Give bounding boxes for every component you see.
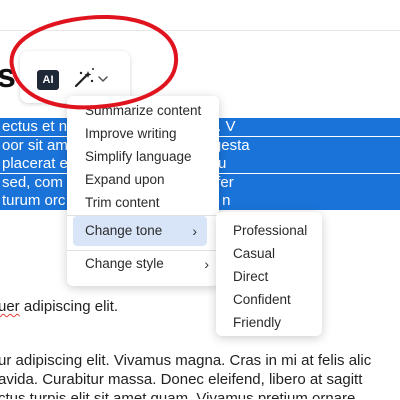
tone-professional[interactable]: Professional — [216, 220, 322, 242]
paragraph-line: ctus turpis elit sit amet quam. Vivamus … — [0, 390, 356, 399]
tone-confident[interactable]: Confident — [216, 289, 322, 311]
menu-item-expand[interactable]: Expand upon — [67, 169, 219, 191]
paragraph-line: ur adipiscing elit. Vivamus magna. Cras … — [0, 352, 372, 369]
chevron-right-icon: › — [192, 223, 197, 239]
menu-item-improve[interactable]: Improve writing — [67, 123, 219, 145]
menu-item-trim[interactable]: Trim content — [67, 192, 219, 214]
chevron-right-icon: › — [204, 256, 209, 272]
ai-button[interactable]: AI — [37, 70, 59, 90]
tone-casual[interactable]: Casual — [216, 243, 322, 265]
menu-item-simplify[interactable]: Simplify language — [67, 146, 219, 168]
tone-friendly[interactable]: Friendly — [216, 312, 322, 334]
text-rest: adipiscing elit. — [19, 298, 119, 315]
menu-item-label: Change tone — [85, 223, 163, 238]
menu-item-summarize[interactable]: Summarize content — [67, 100, 219, 122]
tone-direct[interactable]: Direct — [216, 266, 322, 288]
ai-wand-dropdown-button[interactable] — [72, 64, 116, 94]
magic-wand-icon — [74, 68, 108, 88]
text-line: uer adipiscing elit. — [0, 298, 118, 316]
menu-separator — [67, 250, 219, 251]
menu-item-change-tone[interactable]: Change tone › — [73, 216, 207, 246]
tone-submenu: Professional Casual Direct Confident Fri… — [216, 212, 322, 336]
menu-item-change-style[interactable]: Change style › — [67, 253, 219, 275]
heading-fragment: s — [0, 57, 16, 95]
ai-actions-menu: Summarize content Improve writing Simpli… — [67, 96, 219, 286]
menu-item-label: Change style — [85, 256, 164, 271]
paragraph-line: avida. Curabitur massa. Donec eleifend, … — [0, 371, 363, 388]
spelling-error-word[interactable]: uer — [0, 298, 20, 315]
